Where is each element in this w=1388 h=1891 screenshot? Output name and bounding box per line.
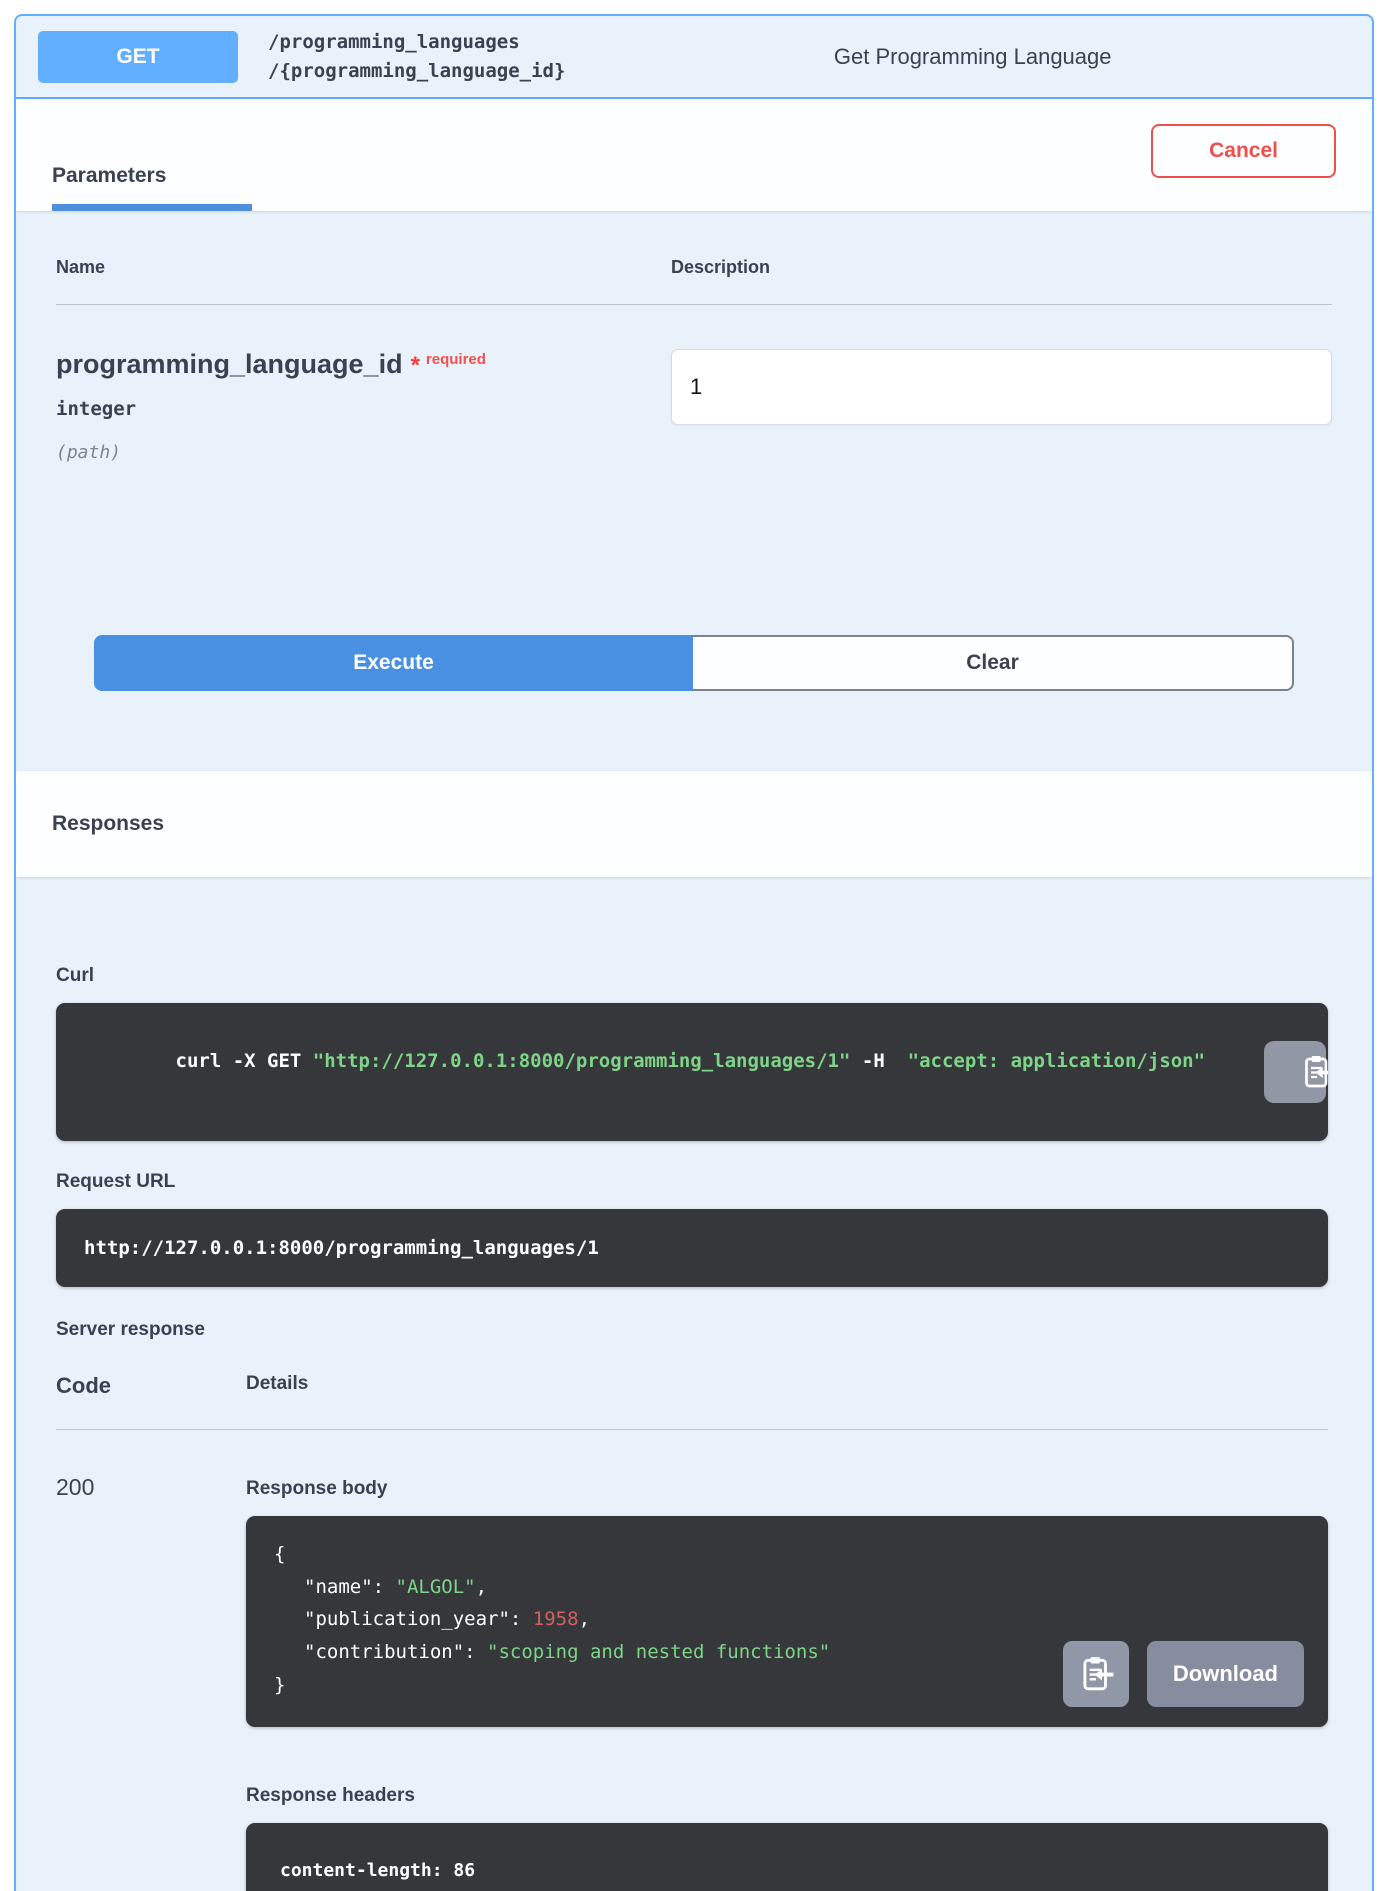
status-code: 200 (56, 1474, 246, 1891)
response-details: Response body { "name": "ALGOL", "public… (246, 1474, 1328, 1891)
json-line: { (274, 1538, 1300, 1571)
response-header-line: content-length: 86 (280, 1855, 1294, 1888)
execute-row: Execute Clear (94, 635, 1294, 691)
execute-button[interactable]: Execute (94, 635, 693, 691)
json-key: "name" (304, 1576, 373, 1598)
curl-section: Curl curl -X GET "http://127.0.0.1:8000/… (56, 965, 1328, 1141)
parameter-name: programming_language_id (56, 349, 403, 379)
column-header-details: Details (246, 1373, 1328, 1399)
response-body-label: Response body (246, 1478, 1328, 1500)
responses-section-header: Responses (16, 771, 1372, 877)
json-separator: : (373, 1576, 396, 1598)
curl-command-text: curl -X GET (176, 1050, 313, 1072)
clipboard-copy-icon (1077, 1654, 1115, 1695)
parameter-value-cell (671, 349, 1332, 463)
server-response-label: Server response (56, 1319, 1328, 1341)
request-url-section: Request URL http://127.0.0.1:8000/progra… (56, 1171, 1328, 1287)
endpoint-summary: Get Programming Language (595, 44, 1350, 70)
response-headers-block: content-length: 86 content-type: applica… (246, 1823, 1328, 1891)
parameters-table-head: Name Description (56, 257, 1332, 305)
required-asterisk: * (411, 352, 420, 379)
json-brace: } (274, 1674, 285, 1696)
parameter-info: programming_language_id * required integer… (56, 349, 671, 463)
json-line: "name": "ALGOL", (274, 1571, 1300, 1604)
parameters-section-header: Parameters Cancel (16, 99, 1372, 211)
clipboard-copy-icon (1255, 1038, 1328, 1107)
server-response-row: 200 Response body { "name": "ALGOL", "pu… (56, 1430, 1328, 1891)
endpoint-path-line2: /{programming_language_id} (268, 57, 565, 86)
request-url-label: Request URL (56, 1171, 1328, 1193)
responses-title: Responses (52, 812, 164, 836)
curl-header-flag: -H (850, 1050, 907, 1072)
endpoint-header: GET /programming_languages /{programming… (16, 16, 1372, 99)
param-value-input[interactable] (671, 349, 1332, 425)
json-number-value: 1958 (533, 1608, 579, 1630)
json-key: "contribution" (304, 1641, 464, 1663)
json-comma: , (476, 1576, 487, 1598)
json-separator: : (464, 1641, 487, 1663)
tab-parameters[interactable]: Parameters (52, 128, 252, 211)
json-separator: : (510, 1608, 533, 1630)
endpoint-path-line1: /programming_languages (268, 28, 565, 57)
response-headers-label: Response headers (246, 1785, 1328, 1807)
copy-response-button[interactable] (1063, 1641, 1129, 1707)
parameter-row: programming_language_id * required integer… (56, 305, 1332, 463)
json-string-value: "scoping and nested functions" (487, 1641, 830, 1663)
parameter-type: integer (56, 398, 671, 420)
response-body-controls: Download (1063, 1641, 1304, 1707)
parameter-location: (path) (56, 442, 671, 463)
column-header-description: Description (671, 257, 1332, 278)
server-response-table-head: Code Details (56, 1373, 1328, 1430)
endpoint-path[interactable]: /programming_languages /{programming_lan… (268, 28, 565, 85)
responses-content: Curl curl -X GET "http://127.0.0.1:8000/… (16, 877, 1372, 1891)
column-header-name: Name (56, 257, 671, 278)
required-label: required (426, 351, 486, 368)
json-comma: , (579, 1608, 590, 1630)
operation-block: GET /programming_languages /{programming… (14, 14, 1374, 1891)
column-header-code: Code (56, 1373, 246, 1399)
curl-url-text: "http://127.0.0.1:8000/programming_langu… (313, 1050, 851, 1072)
download-button[interactable]: Download (1147, 1641, 1304, 1707)
parameters-table: Name Description programming_language_id… (16, 211, 1372, 691)
curl-label: Curl (56, 965, 1328, 987)
json-string-value: "ALGOL" (396, 1576, 476, 1598)
curl-header-value: "accept: application/json" (908, 1050, 1205, 1072)
clear-button[interactable]: Clear (693, 635, 1294, 691)
method-badge: GET (38, 31, 238, 83)
response-body-block: { "name": "ALGOL", "publication_year": 1… (246, 1516, 1328, 1727)
copy-curl-button[interactable] (1264, 1041, 1326, 1103)
curl-command-block: curl -X GET "http://127.0.0.1:8000/progr… (56, 1003, 1328, 1141)
json-line: "publication_year": 1958, (274, 1603, 1300, 1636)
cancel-button[interactable]: Cancel (1151, 124, 1336, 178)
json-key: "publication_year" (304, 1608, 510, 1630)
request-url-value: http://127.0.0.1:8000/programming_langua… (56, 1209, 1328, 1287)
json-brace: { (274, 1543, 285, 1565)
